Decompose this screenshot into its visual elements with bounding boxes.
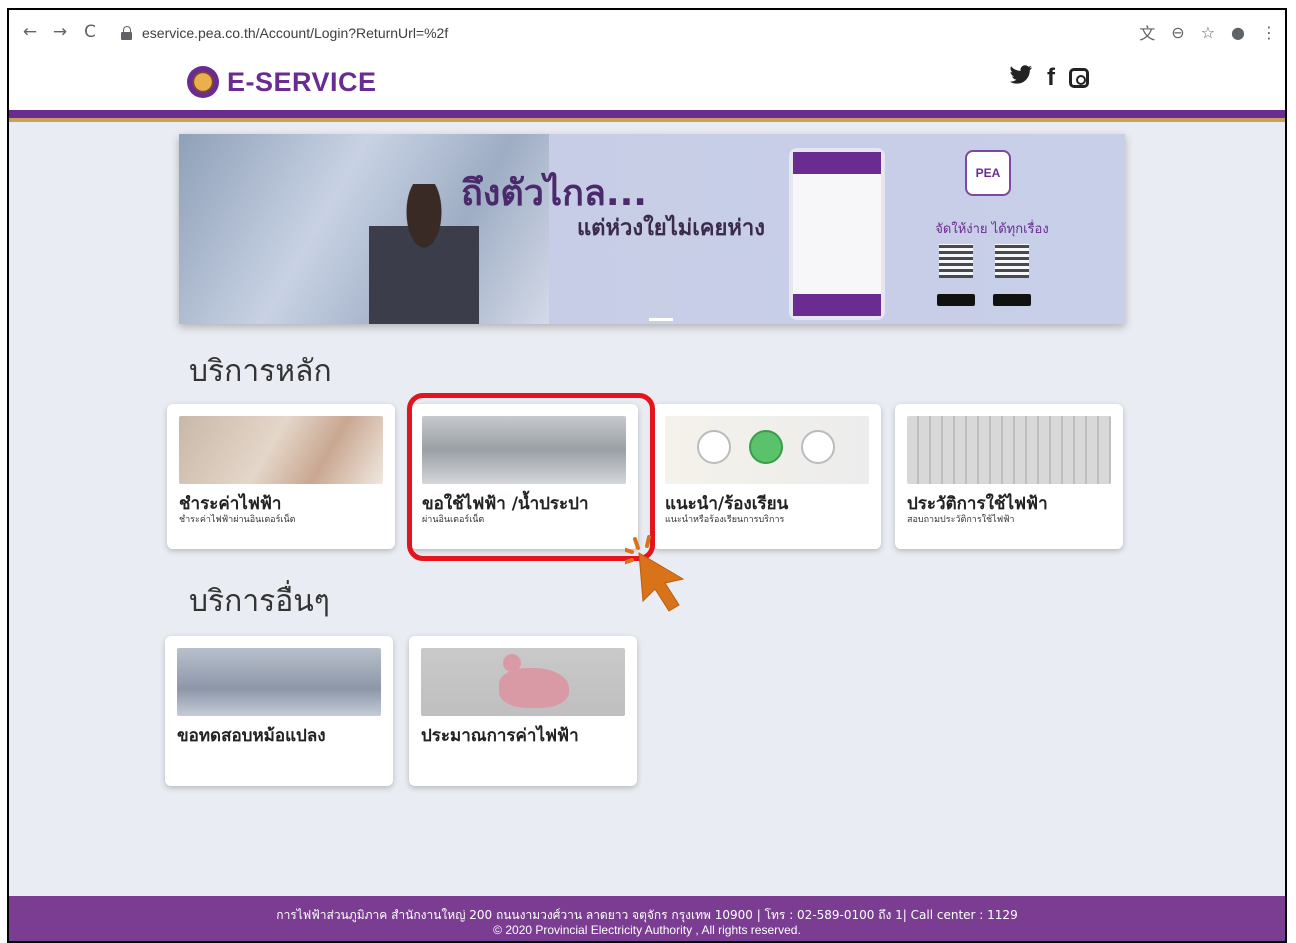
smile-face-icon <box>697 430 731 464</box>
card-image <box>421 648 625 716</box>
card-image <box>179 416 383 484</box>
service-card-request-utility[interactable]: ขอใช้ไฟฟ้า /น้ำประปา ผ่านอินเตอร์เน็ต <box>410 404 638 549</box>
card-title: ประมาณการค่าไฟฟ้า <box>421 726 579 746</box>
reload-icon[interactable]: C <box>77 19 103 45</box>
translate-icon[interactable]: 文 <box>1139 20 1155 44</box>
address-bar[interactable]: eservice.pea.co.th/Account/Login?ReturnU… <box>121 19 1216 47</box>
service-card-pay-bill[interactable]: ชำระค่าไฟฟ้า ชำระค่าไฟฟ้าผ่านอินเตอร์เน็… <box>167 404 395 549</box>
service-card-feedback[interactable]: แนะนำ/ร้องเรียน แนะนำหรือร้องเรียนการบริ… <box>653 404 881 549</box>
site-logo[interactable]: E-SERVICE <box>187 66 377 98</box>
banner-photo <box>179 134 549 324</box>
site-footer: การไฟฟ้าส่วนภูมิภาค สำนักงานใหญ่ 200 ถนน… <box>9 896 1285 941</box>
google-play-badge[interactable] <box>937 294 975 306</box>
pea-emblem-icon <box>187 66 219 98</box>
back-icon[interactable]: ← <box>17 19 43 45</box>
zoom-icon[interactable]: ⊖ <box>1171 23 1184 42</box>
browser-window: ← → C eservice.pea.co.th/Account/Login?R… <box>7 8 1287 943</box>
card-title: ขอทดสอบหม้อแปลง <box>177 726 326 746</box>
main-services-title: บริการหลัก <box>189 354 332 389</box>
header-stripe-purple <box>9 110 1285 118</box>
menu-icon[interactable]: ⋮ <box>1261 23 1277 42</box>
pea-app-icon: PEA <box>965 150 1011 196</box>
phone-mockup-image <box>789 148 885 320</box>
site-header: E-SERVICE f <box>9 54 1285 112</box>
card-image <box>665 416 869 484</box>
card-subtitle: สอบถามประวัติการใช้ไฟฟ้า <box>907 515 1015 525</box>
service-card-bill-estimate[interactable]: ประมาณการค่าไฟฟ้า <box>409 636 637 786</box>
happy-face-icon <box>749 430 783 464</box>
twitter-icon[interactable] <box>1009 64 1033 92</box>
card-subtitle: แนะนำหรือร้องเรียนการบริการ <box>665 515 785 525</box>
star-icon[interactable]: ☆ <box>1201 23 1215 42</box>
sad-face-icon <box>801 430 835 464</box>
header-stripe-gold <box>9 118 1285 122</box>
browser-toolbar: ← → C eservice.pea.co.th/Account/Login?R… <box>9 10 1285 55</box>
forward-icon[interactable]: → <box>47 19 73 45</box>
banner-tagline: จัดให้ง่าย ได้ทุกเรื่อง <box>935 222 1049 237</box>
logo-text: E-SERVICE <box>227 66 377 97</box>
carousel-indicator[interactable] <box>649 318 673 321</box>
footer-copyright: © 2020 Provincial Electricity Authority … <box>493 923 801 937</box>
facebook-icon[interactable]: f <box>1047 64 1055 92</box>
app-store-badge[interactable] <box>993 294 1031 306</box>
social-links: f <box>1009 64 1089 92</box>
card-image <box>177 648 381 716</box>
qr-code-icon <box>939 244 973 278</box>
card-subtitle: ชำระค่าไฟฟ้าผ่านอินเตอร์เน็ต <box>179 515 296 525</box>
banner-subline: แต่ห่วงใยไม่เคยห่าง <box>577 216 765 241</box>
other-services-title: บริการอื่นๆ <box>189 584 330 619</box>
card-subtitle: ผ่านอินเตอร์เน็ต <box>422 515 485 525</box>
card-image <box>907 416 1111 484</box>
service-card-usage-history[interactable]: ประวัติการใช้ไฟฟ้า สอบถามประวัติการใช้ไฟ… <box>895 404 1123 549</box>
card-image <box>422 416 626 484</box>
promo-banner[interactable]: ถึงตัวไกล... แต่ห่วงใยไม่เคยห่าง PEA จัด… <box>179 134 1125 324</box>
profile-icon[interactable]: ● <box>1231 23 1245 42</box>
qr-code-icon <box>995 244 1029 278</box>
url-text: eservice.pea.co.th/Account/Login?ReturnU… <box>142 25 449 41</box>
lock-icon <box>121 26 133 40</box>
service-card-transformer-test[interactable]: ขอทดสอบหม้อแปลง <box>165 636 393 786</box>
piggy-bank-icon <box>499 668 569 708</box>
instagram-icon[interactable] <box>1069 68 1089 88</box>
